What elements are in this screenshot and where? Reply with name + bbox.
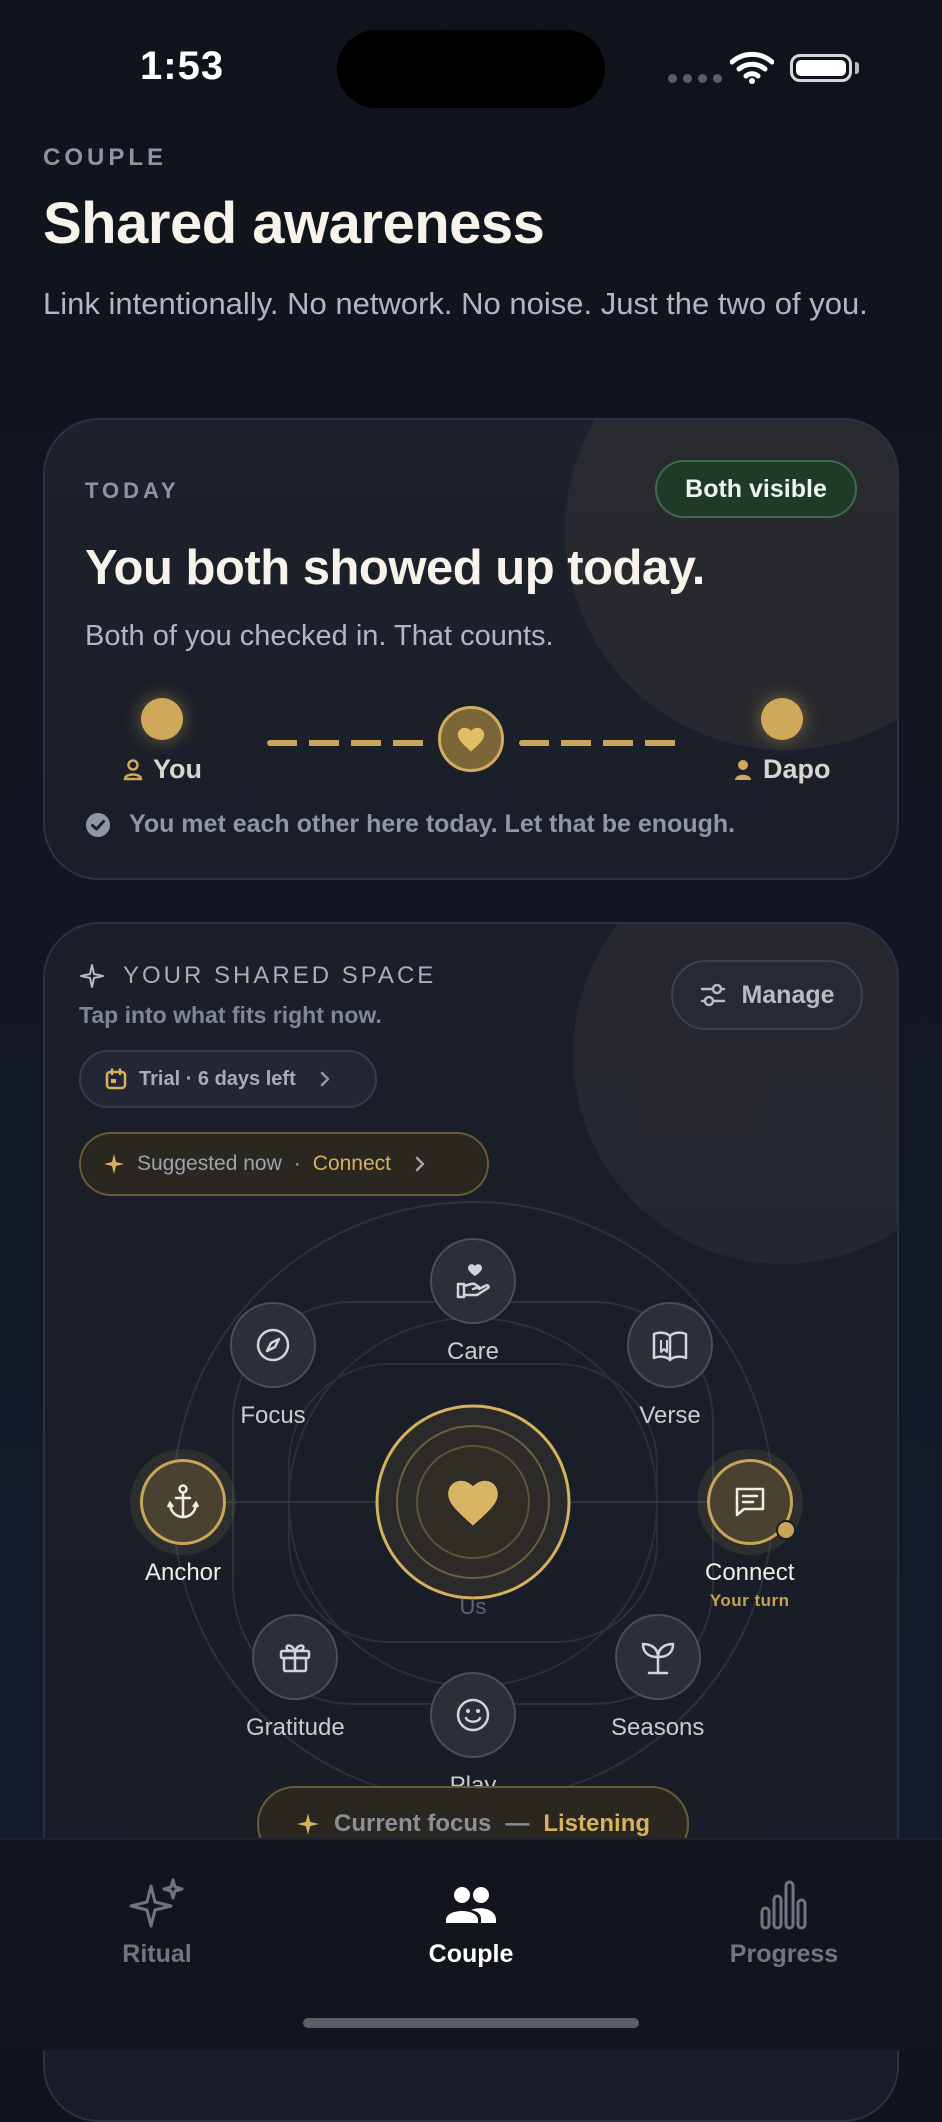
you-label: You [123,754,202,785]
gratitude-label: Gratitude [246,1714,345,1741]
status-time: 1:53 [140,44,225,88]
you-avatar [141,698,183,740]
status-badge: Both visible [655,460,857,518]
tab-ritual[interactable]: Ritual [57,1878,257,1969]
partner-label: Dapo [733,754,831,785]
today-card[interactable]: TODAY Both visible You both showed up to… [43,418,899,880]
connection-line-right [519,740,679,746]
people-icon [446,1887,496,1923]
compass-icon [256,1328,290,1362]
center-us-node[interactable] [375,1404,571,1600]
partner-avatar [761,698,803,740]
home-indicator[interactable] [303,2018,639,2028]
tab-progress[interactable]: Progress [684,1878,884,1969]
node-care[interactable]: Care [430,1238,516,1366]
anchor-circle [140,1459,226,1545]
current-focus-value: Listening [543,1810,651,1837]
anchor-icon [166,1484,200,1519]
person-icon [123,758,143,780]
smile-icon [456,1698,490,1732]
tab-ritual-label: Ritual [122,1940,192,1968]
center-us-label: Us [459,1594,487,1619]
focus-label: Focus [240,1402,306,1429]
heart-icon [457,727,485,752]
wifi-icon [730,51,774,84]
sparkle-icon [297,1813,319,1835]
book-open-icon [652,1331,688,1362]
tab-progress-label: Progress [729,1940,839,1968]
partner-name: Dapo [763,754,831,784]
node-anchor[interactable]: Anchor [140,1459,226,1587]
met-message: You met each other here today. Let that … [129,810,736,838]
gratitude-circle [252,1614,339,1700]
anchor-label: Anchor [144,1559,222,1586]
focus-circle [230,1302,316,1388]
today-label: TODAY [85,478,180,503]
today-subtext: Both of you checked in. That counts. [85,620,554,652]
node-gratitude[interactable]: Gratitude [246,1614,345,1742]
connection-line-left [267,740,427,746]
met-message-row: You met each other here today. Let that … [85,810,735,839]
heart-connection-node [438,706,504,772]
sprout-icon [641,1642,674,1675]
battery-icon [790,54,852,82]
section-eyebrow: COUPLE [43,144,168,171]
today-heading: You both showed up today. [85,541,705,595]
page-title: Shared awareness [43,191,545,256]
play-circle [430,1672,516,1758]
care-label: Care [446,1338,500,1365]
heart-icon [448,1480,498,1526]
notification-dot [775,1520,796,1540]
tab-couple-label: Couple [428,1940,514,1968]
node-focus[interactable]: Focus [230,1302,316,1430]
connect-circle [706,1459,796,1545]
verse-circle [627,1302,713,1388]
tab-couple[interactable]: Couple [371,1878,571,1969]
your-turn-label: Your turn [709,1591,790,1610]
message-icon [735,1487,764,1517]
node-connect[interactable]: Connect Your turn [705,1459,796,1611]
dynamic-island [337,30,605,108]
seasons-circle [614,1614,701,1700]
check-circle-icon [86,812,110,837]
node-seasons[interactable]: Seasons [611,1614,704,1742]
connect-label: Connect [705,1559,795,1586]
sparkles-icon [129,1878,184,1928]
person-icon [735,759,751,780]
cellular-signal-icon [668,74,722,83]
you-name: You [153,754,202,784]
node-play[interactable]: Play [430,1672,516,1800]
node-verse[interactable]: Verse [627,1302,713,1430]
bar-chart-icon [760,1880,807,1930]
verse-label: Verse [639,1402,701,1429]
current-focus-separator: — [505,1810,530,1837]
battery-cap [855,62,859,74]
current-focus-label: Current focus [333,1810,492,1837]
page-subtitle: Link intentionally. No network. No noise… [43,286,868,321]
hand-heart-icon [456,1264,490,1299]
gift-icon [280,1644,311,1673]
care-circle [430,1238,516,1324]
seasons-label: Seasons [611,1714,705,1741]
